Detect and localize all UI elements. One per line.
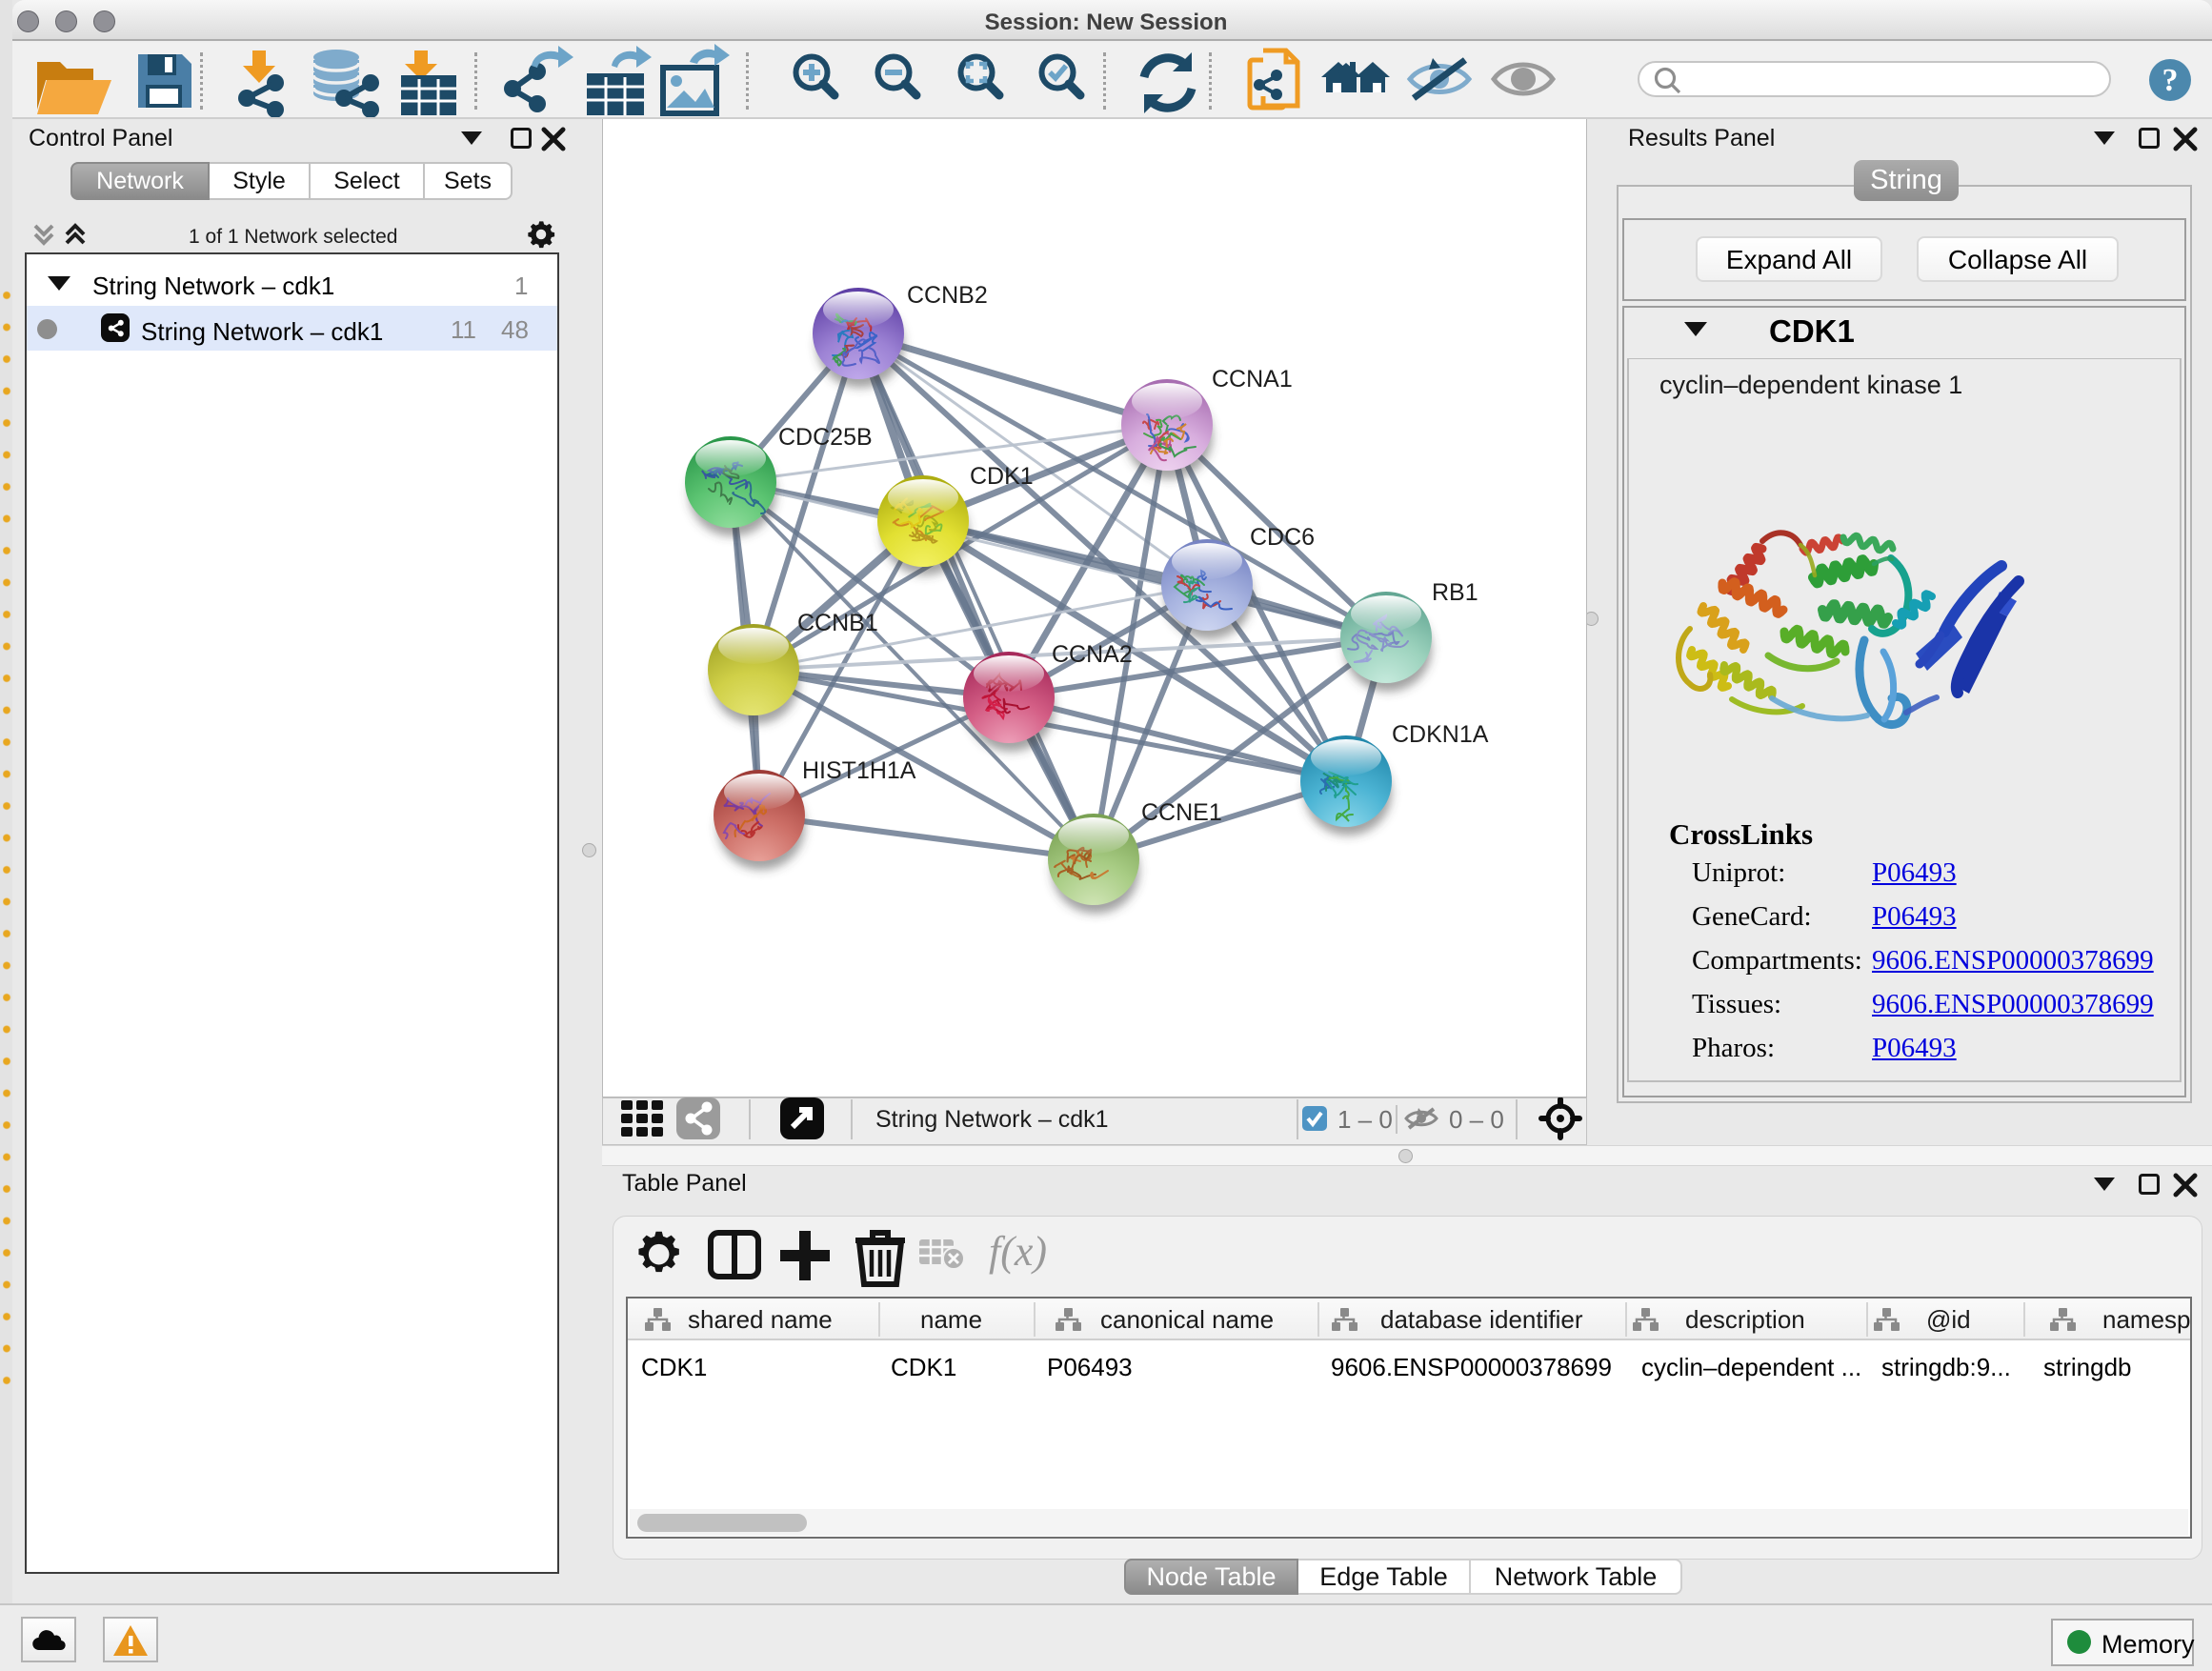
svg-text:database identifier: database identifier [1380, 1305, 1583, 1334]
svg-text:namespace: namespace [2102, 1305, 2190, 1334]
svg-text:String Network – cdk1: String Network – cdk1 [875, 1106, 1109, 1133]
svg-text:CCNB1: CCNB1 [797, 610, 878, 636]
svg-text:canonical name: canonical name [1100, 1305, 1274, 1334]
svg-text:description: description [1685, 1305, 1805, 1334]
svg-text:CCNB2: CCNB2 [907, 282, 988, 309]
svg-text:f(x): f(x) [989, 1228, 1047, 1275]
svg-text:name: name [920, 1305, 982, 1334]
svg-text:CDC6: CDC6 [1250, 524, 1315, 551]
svg-text:CDKN1A: CDKN1A [1392, 721, 1489, 748]
svg-text:?: ? [2162, 63, 2179, 98]
svg-text:0 – 0: 0 – 0 [1449, 1105, 1504, 1134]
svg-text:HIST1H1A: HIST1H1A [802, 757, 916, 784]
svg-text:RB1: RB1 [1432, 579, 1478, 606]
svg-text:1 – 0: 1 – 0 [1337, 1105, 1393, 1134]
svg-text:@id: @id [1926, 1305, 1971, 1334]
svg-text:CDC25B: CDC25B [778, 424, 873, 451]
svg-text:CCNA2: CCNA2 [1052, 641, 1133, 668]
svg-text:CDK1: CDK1 [970, 463, 1034, 490]
svg-text:CCNA1: CCNA1 [1212, 366, 1293, 393]
svg-text:CCNE1: CCNE1 [1141, 799, 1222, 826]
svg-text:shared name: shared name [688, 1305, 833, 1334]
